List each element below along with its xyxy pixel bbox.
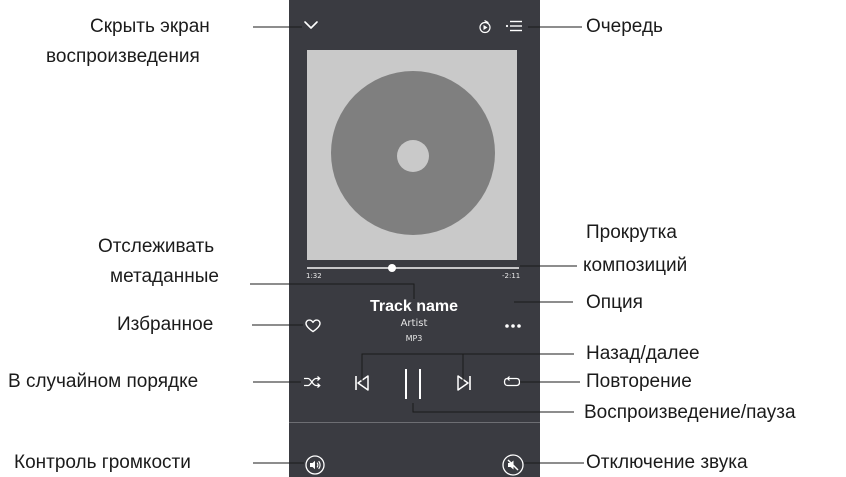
- label-hide-player: Скрыть экран: [90, 16, 210, 37]
- label-hide-player-2: воспроизведения: [46, 46, 200, 67]
- label-track-meta: Отслеживать: [98, 236, 215, 257]
- label-queue: Очередь: [586, 16, 663, 37]
- label-scroll: Прокрутка: [586, 222, 677, 243]
- label-prev-next: Назад/далее: [586, 343, 700, 364]
- label-scroll-2: композиций: [583, 255, 688, 276]
- label-mute: Отключение звука: [586, 452, 748, 473]
- label-play-pause: Воспроизведение/пауза: [584, 402, 796, 423]
- label-shuffle: В случайном порядке: [8, 371, 199, 392]
- label-options: Опция: [586, 292, 643, 313]
- label-repeat: Повторение: [586, 371, 692, 392]
- annotated-screenshot: 1:32 -2:11 Track name Artist MP3 Скрыть …: [0, 0, 846, 477]
- label-favorite: Избранное: [117, 314, 214, 335]
- label-volume: Контроль громкости: [14, 452, 191, 473]
- label-track-meta-2: метаданные: [110, 266, 219, 287]
